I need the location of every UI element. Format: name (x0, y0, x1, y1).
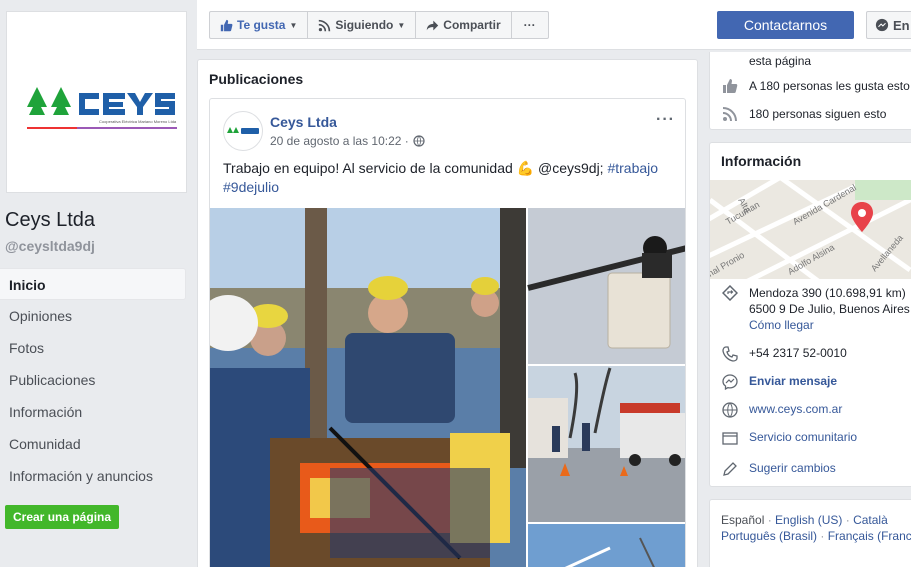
location-map[interactable]: Tucuman Avenida Cardenal Alta Adolfo Als… (710, 180, 911, 279)
share-button[interactable]: Compartir (416, 12, 512, 38)
thumbs-up-icon (723, 79, 738, 93)
lang-francais[interactable]: Français (France) (828, 529, 911, 543)
message-label: En (893, 17, 910, 33)
lang-separator: · (817, 529, 828, 543)
lang-separator: · (842, 513, 854, 527)
page-nav: Inicio Opiniones Fotos Publicaciones Inf… (0, 268, 186, 492)
photo-middle-right[interactable] (528, 366, 686, 522)
community-likes-row: A 180 personas les gusta esto (722, 78, 910, 94)
nav-item-informacion[interactable]: Información (0, 396, 186, 428)
create-page-button[interactable]: Crear una página (5, 505, 120, 529)
like-label: Te gusta (237, 18, 286, 32)
website-row: www.ceys.com.ar (722, 402, 842, 418)
category-row: Servicio comunitario (722, 430, 857, 446)
post-time-text: 20 de agosto a las 10:22 · (270, 134, 409, 148)
hashtag-trabajo[interactable]: #trabajo (607, 160, 658, 176)
share-label: Compartir (443, 18, 501, 32)
community-row-page: esta página (749, 54, 811, 68)
community-page-text: esta página (749, 54, 812, 68)
photo-top-right[interactable] (527, 208, 686, 364)
nav-item-fotos[interactable]: Fotos (0, 332, 186, 364)
nav-item-info-anuncios[interactable]: Información y anuncios (0, 460, 186, 492)
address-row: Mendoza 390 (10.698,91 km) 6500 9 De Jul… (722, 285, 910, 333)
profile-picture[interactable]: Cooperativa Eléctrica Mariano Moreno Ltd… (6, 11, 187, 193)
follows-count-text: 180 personas siguen esto (749, 107, 887, 121)
suggest-edits-link[interactable]: Sugerir cambios (749, 461, 836, 475)
more-actions-button[interactable]: ··· (512, 12, 548, 38)
address-line1: Mendoza 390 (10.698,91 km) (749, 286, 906, 300)
rss-icon (319, 19, 331, 31)
post-text-body: Trabajo en equipo! Al servicio de la com… (223, 160, 517, 176)
phone-row: +54 2317 52-0010 (722, 346, 847, 362)
post-options-button[interactable]: ··· (656, 111, 675, 129)
language-line-1: Español · English (US) · Català (721, 512, 911, 528)
globe-icon (413, 135, 425, 147)
address-block: Mendoza 390 (10.698,91 km) 6500 9 De Jul… (749, 285, 910, 333)
following-label: Siguiendo (335, 18, 394, 32)
ceys-logo-small (227, 127, 259, 134)
hashtag-9dejulio[interactable]: #9dejulio (223, 179, 279, 195)
location-diamond-icon (722, 285, 738, 301)
post-author[interactable]: Ceys Ltda (270, 114, 337, 130)
website-link[interactable]: www.ceys.com.ar (749, 402, 842, 416)
photo-main[interactable] (210, 208, 526, 567)
lang-english[interactable]: English (US) (775, 513, 842, 527)
post-text: Trabajo en equipo! Al servicio de la com… (223, 159, 673, 197)
rss-icon (722, 107, 737, 122)
pencil-icon (723, 462, 737, 476)
category-link[interactable]: Servicio comunitario (749, 430, 857, 444)
info-card: Información Tucuman Avenida Cardenal Alt… (709, 142, 911, 487)
nav-item-publicaciones[interactable]: Publicaciones (0, 364, 186, 396)
phone-icon (722, 346, 738, 362)
lang-catala[interactable]: Català (853, 513, 888, 527)
chevron-down-icon: ▼ (289, 20, 298, 30)
suggest-row: Sugerir cambios (722, 461, 836, 477)
more-actions-label: ··· (523, 18, 536, 32)
post-timestamp[interactable]: 20 de agosto a las 10:22 · (270, 134, 425, 148)
phone-number: +54 2317 52-0010 (749, 346, 847, 360)
globe-icon (722, 402, 738, 418)
logo-subtitle: Cooperativa Eléctrica Mariano Moreno Ltd… (99, 119, 177, 124)
lang-separator: · (764, 513, 776, 527)
likes-count-text: A 180 personas les gusta esto (749, 79, 910, 93)
action-button-group: Te gusta ▼ Siguiendo ▼ Compartir ··· (209, 11, 549, 39)
post-photo-grid (210, 208, 686, 567)
nav-item-comunidad[interactable]: Comunidad (0, 428, 186, 460)
share-arrow-icon (427, 20, 439, 30)
lang-portugues[interactable]: Português (Brasil) (721, 529, 817, 543)
nav-item-inicio[interactable]: Inicio (0, 268, 186, 300)
directions-link[interactable]: Cómo llegar (749, 317, 910, 333)
post-mention: @ceys9dj; (534, 160, 608, 176)
contact-button[interactable]: Contactarnos (717, 11, 854, 39)
address-line2: 6500 9 De Julio, Buenos Aires (749, 302, 910, 316)
language-card: Español · English (US) · Català Portuguê… (709, 499, 911, 567)
message-button[interactable]: En (866, 11, 911, 39)
category-icon (722, 432, 738, 445)
community-follows-row: 180 personas siguen esto (722, 106, 886, 122)
ceys-logo: Cooperativa Eléctrica Mariano Moreno Ltd… (26, 87, 177, 129)
messenger-icon (875, 18, 889, 32)
info-title: Información (721, 153, 802, 169)
following-button[interactable]: Siguiendo ▼ (308, 12, 417, 38)
page-name[interactable]: Ceys Ltda (5, 209, 95, 232)
nav-item-opiniones[interactable]: Opiniones (0, 300, 186, 332)
action-bar: Te gusta ▼ Siguiendo ▼ Compartir ··· Con… (197, 0, 911, 50)
post-avatar[interactable] (223, 111, 263, 151)
chevron-down-icon: ▼ (397, 20, 406, 30)
community-card: esta página A 180 personas les gusta est… (709, 52, 911, 130)
messenger-icon (722, 374, 738, 390)
thumbs-up-icon (220, 19, 233, 31)
message-row: Enviar mensaje (722, 374, 837, 390)
posts-feed: Publicaciones Ceys Ltda 20 de agosto a l… (197, 59, 698, 567)
left-column: Cooperativa Eléctrica Mariano Moreno Ltd… (0, 0, 196, 567)
like-button[interactable]: Te gusta ▼ (210, 12, 309, 38)
send-message-link[interactable]: Enviar mensaje (749, 374, 837, 388)
flexed-biceps-emoji: 💪 (516, 160, 535, 176)
feed-title: Publicaciones (209, 71, 304, 87)
lang-espanol[interactable]: Español (721, 513, 764, 527)
post-card: Ceys Ltda 20 de agosto a las 10:22 · ···… (209, 98, 686, 567)
photo-bottom-right[interactable] (528, 524, 686, 567)
language-line-2: Português (Brasil) · Français (France) (721, 528, 911, 544)
page-handle[interactable]: @ceysltda9dj (5, 238, 95, 254)
